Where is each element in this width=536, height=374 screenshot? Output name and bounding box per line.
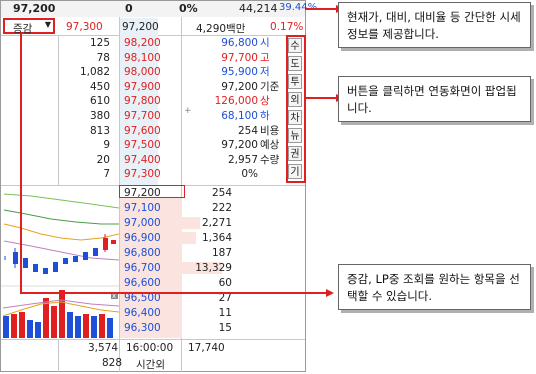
callout-top-text: 현재가, 대비, 대비율 등 간단한 시세정보를 제공합니다. bbox=[347, 10, 521, 41]
callout-connectors bbox=[20, 5, 344, 297]
callout-middle-text: 버튼을 클릭하면 연동화면이 팝업됩니다. bbox=[347, 84, 517, 115]
callout-bottom-text: 증감, LP중 조회를 원하는 항목을 선택할 수 있습니다. bbox=[347, 272, 520, 303]
callout-top: 현재가, 대비, 대비율 등 간단한 시세정보를 제공합니다. bbox=[338, 2, 531, 48]
callout-bottom: 증감, LP중 조회를 원하는 항목을 선택할 수 있습니다. bbox=[338, 264, 531, 310]
callout-middle: 버튼을 클릭하면 연동화면이 팝업됩니다. bbox=[338, 76, 531, 122]
